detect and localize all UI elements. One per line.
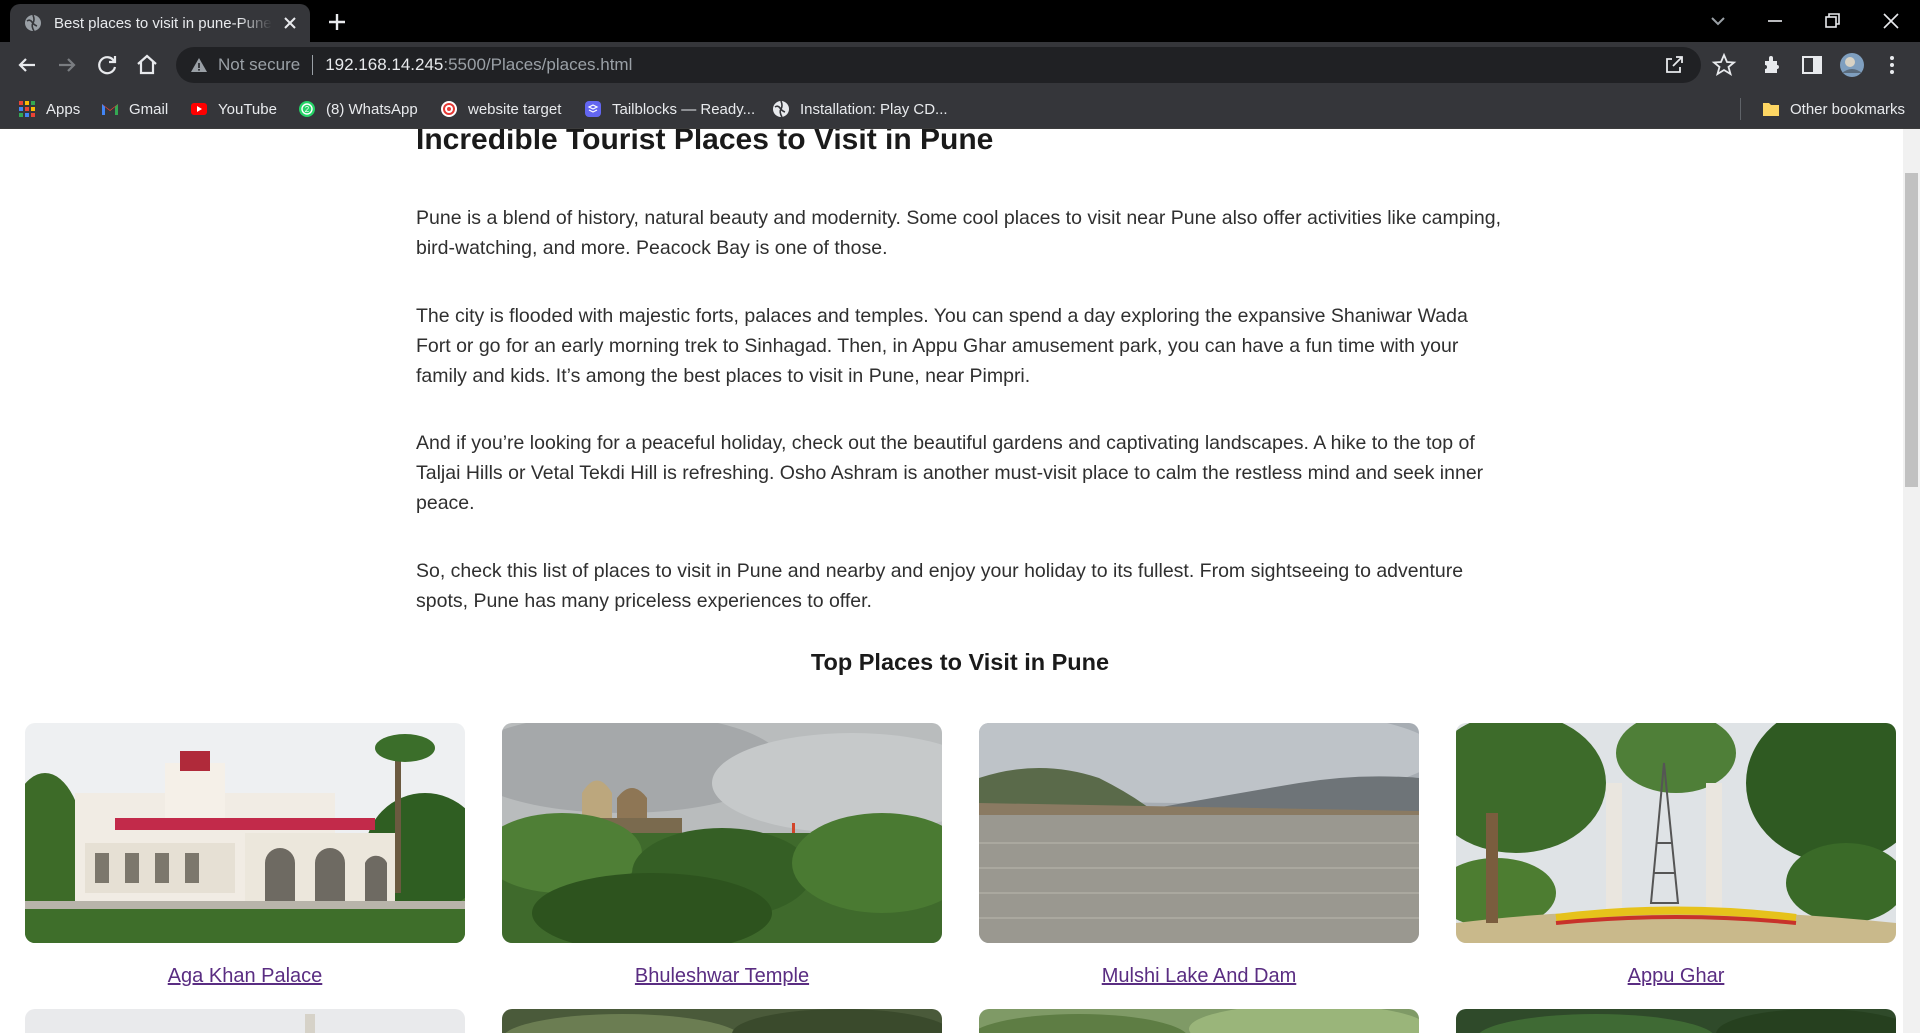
place-card[interactable]: Bhuleshwar Temple bbox=[502, 723, 942, 988]
bookmark-gmail[interactable]: Gmail bbox=[101, 96, 168, 122]
gmail-icon bbox=[102, 104, 118, 115]
section-title: Top Places to Visit in Pune bbox=[810, 649, 1110, 675]
place-link[interactable]: Aga Khan Palace bbox=[25, 965, 465, 988]
warning-icon[interactable] bbox=[190, 56, 208, 74]
vertical-scrollbar[interactable] bbox=[1903, 129, 1920, 1033]
bookmarks-divider bbox=[1740, 98, 1741, 120]
url-path: :5500/Places/places.html bbox=[443, 55, 633, 74]
extensions-icon[interactable] bbox=[1758, 51, 1786, 79]
place-image[interactable] bbox=[979, 723, 1419, 943]
tab-search-icon[interactable] bbox=[1705, 8, 1731, 34]
page-viewport[interactable]: Incredible Tourist Places to Visit in Pu… bbox=[0, 129, 1903, 1033]
youtube-icon bbox=[191, 103, 207, 115]
whatsapp-icon: 2 bbox=[299, 101, 315, 117]
place-card[interactable]: Aga Khan Palace bbox=[25, 723, 465, 988]
place-card-partial[interactable] bbox=[502, 1009, 942, 1033]
browser-chrome: Best places to visit in pune-Pune Not se… bbox=[0, 0, 1920, 129]
place-card[interactable]: Mulshi Lake And Dam bbox=[979, 723, 1419, 988]
bookmark-installation[interactable]: Installation: Play CD... bbox=[772, 96, 948, 122]
globe-icon bbox=[773, 100, 789, 118]
other-bookmarks[interactable]: Other bookmarks bbox=[1762, 96, 1905, 122]
place-link[interactable]: Bhuleshwar Temple bbox=[502, 965, 942, 988]
apps-grid-icon bbox=[19, 101, 35, 117]
intro-paragraph: The city is flooded with majestic forts,… bbox=[416, 305, 1468, 387]
browser-tab[interactable]: Best places to visit in pune-Pune bbox=[10, 4, 310, 42]
address-bar[interactable]: Not secure 192.168.14.245:5500/Places/pl… bbox=[176, 47, 1701, 83]
place-card-partial[interactable] bbox=[25, 1009, 465, 1033]
tab-title: Best places to visit in pune-Pune bbox=[54, 14, 272, 32]
bookmarks-bar: Apps Gmail YouTube 2 (8) WhatsApp websit… bbox=[0, 88, 1920, 129]
side-panel-icon[interactable] bbox=[1798, 51, 1826, 79]
back-icon[interactable] bbox=[13, 51, 41, 79]
svg-text:2: 2 bbox=[305, 105, 310, 114]
minimize-icon[interactable] bbox=[1762, 8, 1788, 34]
tab-strip: Best places to visit in pune-Pune bbox=[0, 0, 1920, 42]
security-label[interactable]: Not secure bbox=[218, 55, 300, 75]
scrollbar-thumb[interactable] bbox=[1905, 173, 1918, 487]
bookmark-label: Gmail bbox=[129, 100, 169, 118]
close-tab-icon[interactable] bbox=[280, 13, 300, 33]
page-heading: Incredible Tourist Places to Visit in Pu… bbox=[416, 129, 994, 156]
bookmark-label: (8) WhatsApp bbox=[326, 100, 418, 118]
place-link[interactable]: Appu Ghar bbox=[1456, 965, 1896, 988]
restore-icon[interactable] bbox=[1820, 8, 1846, 34]
bookmark-youtube[interactable]: YouTube bbox=[190, 96, 277, 122]
folder-icon bbox=[1763, 103, 1779, 116]
bookmark-label: website target bbox=[468, 100, 562, 118]
menu-kebab-icon[interactable] bbox=[1878, 51, 1906, 79]
bookmark-whatsapp[interactable]: 2 (8) WhatsApp bbox=[298, 96, 418, 122]
close-window-icon[interactable] bbox=[1878, 8, 1904, 34]
tailblocks-icon bbox=[585, 101, 601, 117]
place-image[interactable] bbox=[502, 723, 942, 943]
place-image[interactable] bbox=[25, 723, 465, 943]
bookmark-tailblocks[interactable]: Tailblocks — Ready... bbox=[584, 96, 755, 122]
share-icon[interactable] bbox=[1662, 53, 1686, 77]
intro-paragraph: Pune is a blend of history, natural beau… bbox=[416, 207, 1502, 259]
profile-avatar-icon[interactable] bbox=[1838, 51, 1866, 79]
bookmark-label: Tailblocks — Ready... bbox=[612, 100, 756, 118]
target-icon bbox=[441, 101, 457, 117]
bookmark-website-target[interactable]: website target bbox=[440, 96, 561, 122]
place-link[interactable]: Mulshi Lake And Dam bbox=[979, 965, 1419, 988]
bookmark-star-icon[interactable] bbox=[1710, 51, 1738, 79]
other-bookmarks-label: Other bookmarks bbox=[1790, 100, 1906, 118]
omnibox-separator bbox=[312, 55, 314, 75]
forward-icon[interactable] bbox=[53, 51, 81, 79]
intro-paragraph: And if you’re looking for a peaceful hol… bbox=[416, 432, 1484, 514]
bookmark-label: YouTube bbox=[218, 100, 277, 118]
browser-toolbar: Not secure 192.168.14.245:5500/Places/pl… bbox=[0, 42, 1920, 88]
bookmark-label: Installation: Play CD... bbox=[800, 100, 948, 118]
bookmark-label: Apps bbox=[46, 100, 81, 118]
place-card-partial[interactable] bbox=[1456, 1009, 1896, 1033]
reload-icon[interactable] bbox=[93, 51, 121, 79]
place-image[interactable] bbox=[1456, 723, 1896, 943]
new-tab-icon[interactable] bbox=[325, 10, 349, 34]
home-icon[interactable] bbox=[133, 51, 161, 79]
place-card[interactable]: Appu Ghar bbox=[1456, 723, 1896, 988]
url-host: 192.168.14.245 bbox=[325, 55, 444, 74]
place-card-partial[interactable] bbox=[979, 1009, 1419, 1033]
globe-icon bbox=[25, 14, 41, 32]
bookmark-apps[interactable]: Apps bbox=[18, 96, 80, 122]
intro-paragraph: So, check this list of places to visit i… bbox=[416, 560, 1464, 612]
